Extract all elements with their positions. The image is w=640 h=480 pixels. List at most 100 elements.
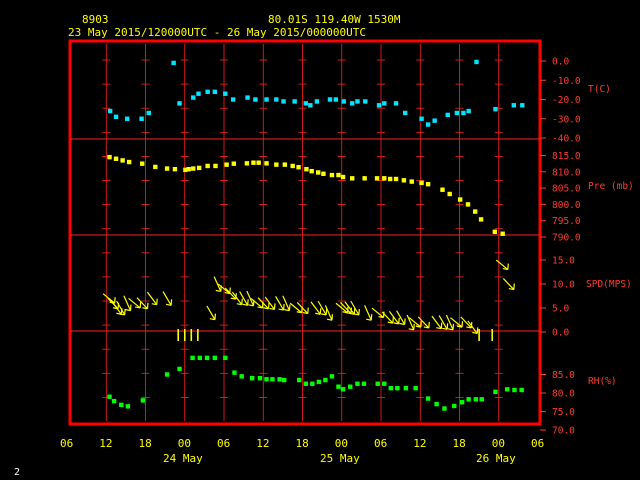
data-point (212, 89, 218, 94)
wind-arrow-head (398, 317, 400, 324)
ytick-label: 15.0 (552, 256, 575, 267)
page-number: 2 (14, 467, 20, 478)
data-point (204, 355, 210, 361)
data-point (425, 396, 431, 401)
data-point (290, 163, 295, 169)
humidity-ylabel: RH(%) (588, 376, 617, 387)
wind-arrow-head (476, 327, 479, 334)
date-label-25-may: 25 May (320, 452, 360, 465)
wind-arrow-head (358, 308, 360, 315)
data-point (374, 176, 380, 181)
data-point (205, 163, 210, 169)
data-point (459, 400, 465, 405)
ytick-label: -10.0 (552, 76, 581, 87)
wind-arrow-head (353, 308, 356, 315)
data-point (457, 197, 463, 202)
data-point (164, 372, 170, 377)
data-point (329, 374, 335, 379)
ytick-label: 80.0 (552, 389, 575, 400)
wind-arrow-head (404, 318, 406, 325)
data-point (303, 381, 308, 386)
data-point (316, 170, 321, 175)
data-point (140, 161, 145, 166)
data-point (111, 398, 117, 404)
data-point (253, 97, 258, 102)
wind-series (102, 259, 515, 341)
wind-arrow-shaft (162, 291, 172, 306)
wind-arrow-shaft (371, 307, 384, 319)
ytick-label: 85.0 (552, 370, 575, 381)
data-point (213, 163, 218, 169)
data-point (309, 168, 314, 174)
wind-arrow-head (452, 323, 455, 330)
wind-arrow-head (214, 313, 217, 320)
wind-arrow-shaft (388, 310, 400, 325)
data-point (304, 167, 309, 172)
data-point (333, 97, 339, 102)
data-point (303, 101, 308, 106)
wind-arrow-head (307, 307, 309, 314)
wind-ylabel: SPD(MPS) (586, 279, 632, 290)
data-point (224, 162, 229, 167)
data-point (107, 394, 112, 399)
data-point (473, 397, 479, 402)
wind-arrow-head (331, 314, 334, 321)
data-point (388, 385, 394, 391)
data-point (419, 116, 424, 121)
data-point (327, 97, 333, 102)
station-id: 8903 (82, 13, 109, 26)
temperature-yticks: 0.0 -10.0 -20.0 -30.0 -40.0 (540, 57, 581, 145)
data-point (432, 118, 437, 123)
wind-arrow-head (461, 321, 464, 328)
wind-arrow-head (319, 308, 322, 315)
data-point (249, 376, 255, 381)
data-point (314, 99, 320, 104)
wind-arrow-shaft (406, 314, 415, 331)
data-point (177, 101, 182, 106)
data-point (321, 171, 326, 176)
data-point (355, 99, 360, 104)
temperature-ylabel: T(C) (588, 84, 611, 95)
ytick-label: 70.0 (552, 426, 575, 437)
wind-arrow-head (428, 321, 430, 328)
data-point (376, 103, 382, 108)
data-point (113, 156, 119, 161)
data-point (500, 231, 505, 236)
data-point (239, 374, 244, 379)
data-point (257, 376, 263, 381)
data-point (474, 59, 479, 65)
wind-arrow-head (114, 297, 116, 304)
wind-arrow-head (325, 308, 328, 315)
wind-arrow-shaft (146, 291, 158, 306)
data-point (505, 387, 510, 392)
data-point (264, 161, 269, 166)
data-point (465, 202, 471, 207)
ytick-label: 0.0 (552, 328, 569, 339)
data-point (119, 402, 124, 408)
pressure-panel: 815.0 810.0 805.0 800.0 795.0 790.0 Pre (mb) (107, 151, 634, 244)
data-point (466, 108, 471, 114)
wind-arrow-head (288, 304, 291, 311)
data-point (256, 160, 261, 165)
wind-arrow-head (241, 298, 243, 305)
data-point (382, 101, 387, 106)
data-point (440, 187, 445, 192)
hour-tick-label: 12 (413, 437, 426, 450)
data-point (310, 381, 315, 386)
data-point (512, 387, 517, 393)
ytick-label: 10.0 (552, 280, 575, 291)
data-point (363, 99, 368, 104)
data-point (120, 158, 125, 163)
wind-arrow-head (283, 304, 285, 311)
data-point (164, 166, 170, 171)
data-point (297, 377, 302, 383)
data-point (409, 179, 414, 184)
data-point (140, 398, 146, 403)
data-point (186, 167, 191, 172)
data-point (281, 99, 286, 104)
data-point (146, 110, 151, 116)
data-point (492, 229, 498, 234)
data-point (177, 366, 182, 372)
wind-arrow-shaft (310, 301, 321, 315)
data-point (401, 178, 407, 183)
